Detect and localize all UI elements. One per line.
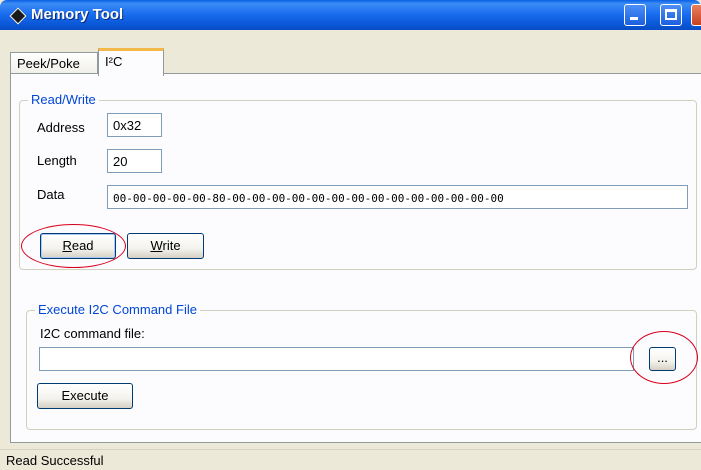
read-button-hotkey: R xyxy=(62,238,72,253)
command-file-input[interactable] xyxy=(39,347,634,371)
tab-panel-i2c: Read/Write Address Length Data Read Writ… xyxy=(10,73,701,443)
read-button[interactable]: Read xyxy=(40,233,116,259)
data-input[interactable] xyxy=(107,185,688,209)
tab-i2c[interactable]: I²C xyxy=(98,48,164,76)
title-bar[interactable]: Memory Tool xyxy=(0,0,701,30)
read-button-label: ead xyxy=(71,238,94,253)
execute-button[interactable]: Execute xyxy=(37,383,133,409)
write-button-hotkey: W xyxy=(150,238,163,253)
status-text: Read Successful xyxy=(6,453,104,468)
write-button[interactable]: Write xyxy=(127,233,204,259)
window-title: Memory Tool xyxy=(31,6,124,23)
minimize-icon xyxy=(630,17,638,20)
command-file-label: I2C command file: xyxy=(40,326,145,341)
execute-command-group: Execute I2C Command File I2C command fil… xyxy=(26,302,697,430)
address-label: Address xyxy=(37,120,85,135)
maximize-button[interactable] xyxy=(660,4,682,26)
memory-tool-window: Memory Tool Peek/Poke I²C Read/Write Add… xyxy=(0,0,701,470)
close-button[interactable] xyxy=(691,4,701,26)
browse-button[interactable]: ... xyxy=(649,347,676,371)
app-icon xyxy=(9,7,27,25)
length-input[interactable] xyxy=(107,149,162,173)
minimize-button[interactable] xyxy=(624,4,646,26)
address-input[interactable] xyxy=(107,113,162,137)
maximize-icon xyxy=(665,9,677,20)
length-label: Length xyxy=(37,153,77,168)
execute-group-title: Execute I2C Command File xyxy=(35,302,200,317)
read-write-group-title: Read/Write xyxy=(28,92,99,107)
tab-peek-poke[interactable]: Peek/Poke xyxy=(10,52,98,74)
data-label: Data xyxy=(37,187,65,202)
status-bar: Read Successful xyxy=(0,449,701,470)
write-button-label: rite xyxy=(162,238,181,253)
read-write-group: Read/Write Address Length Data Read Writ… xyxy=(19,92,697,270)
